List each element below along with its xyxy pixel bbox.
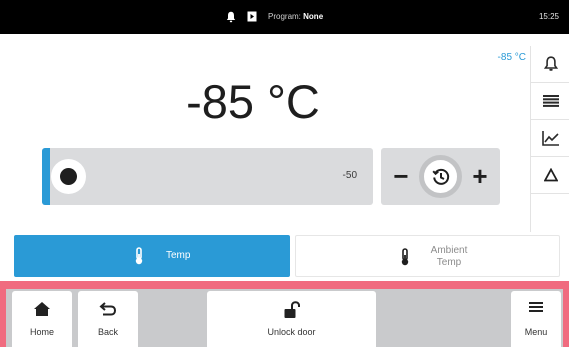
- back-label: Back: [97, 327, 118, 337]
- unlock-door-label: Unlock door: [267, 327, 316, 337]
- setpoint-stepper: − +: [381, 148, 500, 205]
- thermometer-icon: [135, 247, 143, 265]
- slider-fill: [42, 148, 50, 205]
- list-button[interactable]: [531, 83, 569, 120]
- unlock-icon: [284, 301, 300, 318]
- alarm-bell-icon: [543, 56, 558, 71]
- unlock-door-button[interactable]: Unlock door: [207, 291, 376, 347]
- slider-knob-dot: [60, 168, 77, 185]
- menu-button[interactable]: Menu: [511, 291, 561, 347]
- plus-button[interactable]: +: [466, 162, 494, 190]
- setpoint-label: -85 °C: [497, 52, 526, 63]
- back-icon: [99, 302, 117, 316]
- bell-icon: [226, 11, 236, 23]
- list-icon: [542, 95, 559, 107]
- timer-icon: [431, 168, 449, 185]
- menu-label: Menu: [524, 327, 548, 337]
- empty-tool-slot: [531, 194, 569, 231]
- program-status: Program: None: [268, 11, 323, 23]
- chart-button[interactable]: [531, 120, 569, 157]
- minus-button[interactable]: −: [387, 162, 415, 190]
- tab-ambient-label-line1: Ambient: [430, 245, 468, 256]
- home-label: Home: [29, 327, 54, 337]
- delta-icon: [543, 168, 558, 182]
- side-toolbar: [530, 46, 569, 232]
- program-value: None: [303, 12, 324, 21]
- timer-button[interactable]: [419, 155, 462, 198]
- alert-edge-right: [563, 281, 569, 347]
- status-bar: Program: None 15:25: [0, 0, 569, 34]
- tab-ambient-temp[interactable]: Ambient Temp: [295, 235, 560, 277]
- program-label: Program:: [268, 12, 301, 21]
- main-panel: -85 °C -85 °C -50 − + Temp Ambient Temp: [0, 34, 569, 281]
- program-icon: [247, 11, 257, 22]
- menu-icon: [529, 302, 543, 312]
- clock: 15:25: [538, 12, 559, 21]
- tab-temp-label: Temp: [166, 250, 191, 261]
- bottom-bar: Home Back Unlock door Menu: [0, 281, 569, 347]
- alarm-button[interactable]: [531, 46, 569, 83]
- tab-temp[interactable]: Temp: [14, 235, 290, 277]
- current-temperature: -85 °C: [186, 75, 320, 128]
- home-button[interactable]: Home: [12, 291, 72, 347]
- alert-edge-left: [0, 281, 6, 347]
- alert-bar: [0, 281, 569, 289]
- home-icon: [34, 302, 50, 316]
- thermometer-icon: [401, 248, 409, 266]
- tab-ambient-label-line2: Temp: [436, 257, 462, 268]
- delta-button[interactable]: [531, 157, 569, 194]
- chart-icon: [541, 131, 559, 146]
- slider-value: -50: [342, 170, 357, 181]
- temperature-slider[interactable]: -50: [42, 148, 373, 205]
- back-button[interactable]: Back: [78, 291, 138, 347]
- slider-knob[interactable]: [51, 159, 86, 194]
